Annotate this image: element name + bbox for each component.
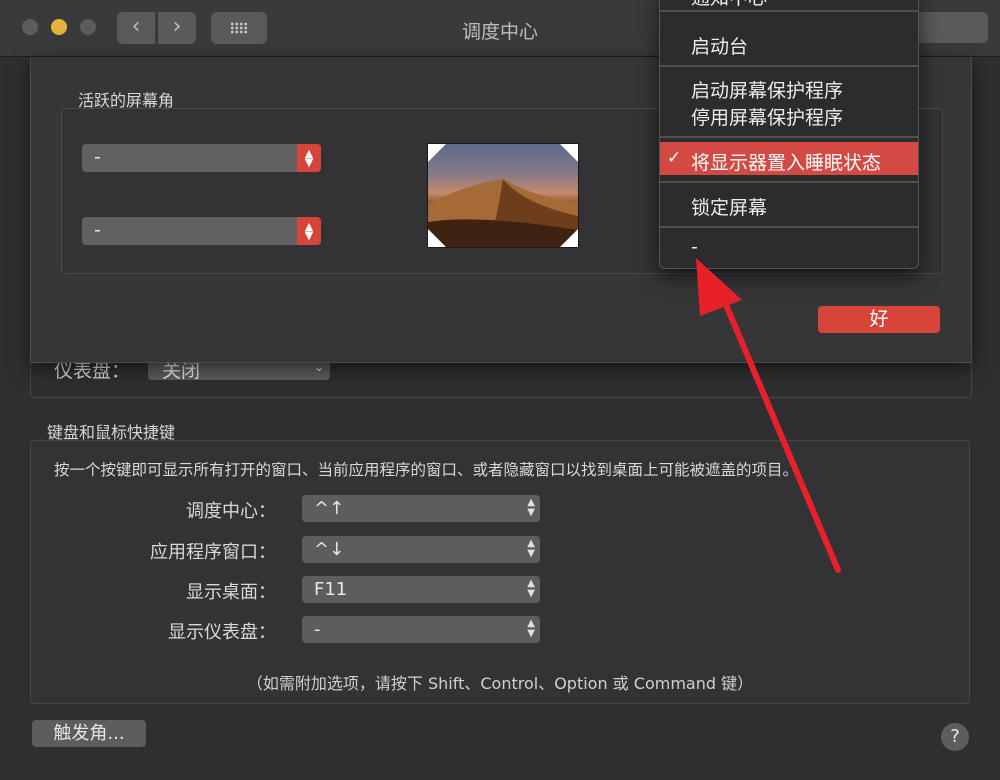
annotation-arrow-icon: [696, 258, 841, 573]
